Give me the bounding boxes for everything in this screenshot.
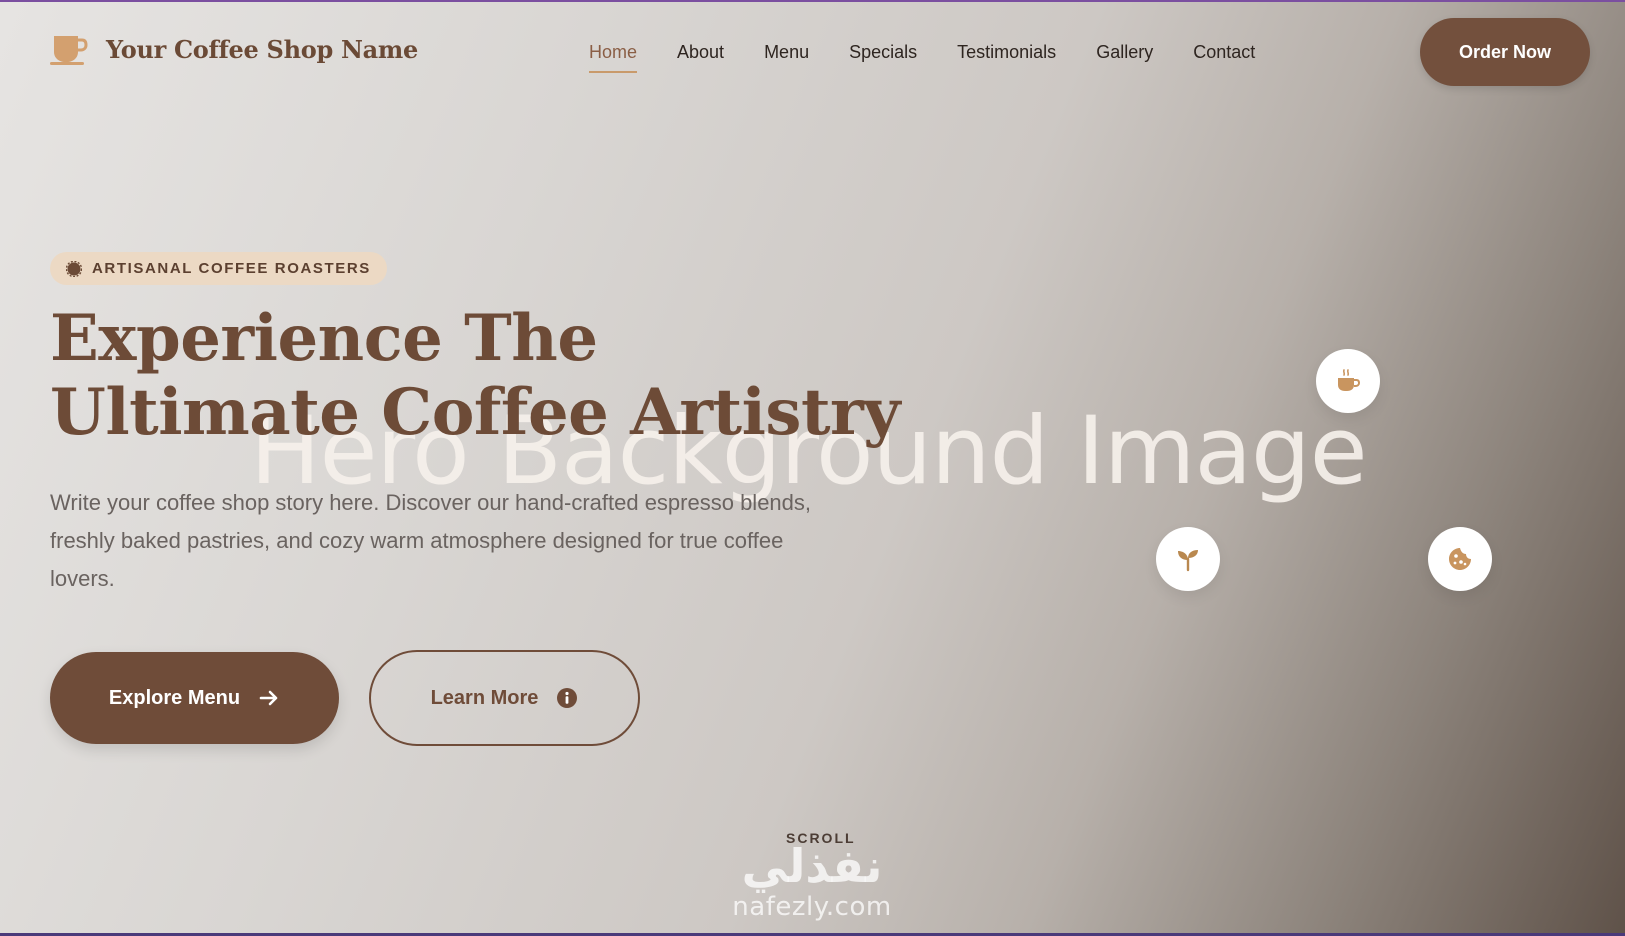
- hero-badge: ARTISANAL COFFEE ROASTERS: [50, 252, 387, 285]
- order-now-button[interactable]: Order Now: [1420, 18, 1590, 86]
- learn-more-button[interactable]: Learn More: [369, 650, 640, 746]
- floating-cookie-badge: [1428, 527, 1492, 591]
- arrow-right-icon: [259, 690, 278, 706]
- nav-home[interactable]: Home: [589, 42, 638, 73]
- main-nav: Home About Menu Specials Testimonials Ga…: [589, 42, 1255, 73]
- coffee-cup-icon: [50, 36, 88, 65]
- nav-menu[interactable]: Menu: [764, 42, 809, 73]
- site-watermark: نفذلي nafezly.com: [712, 840, 912, 922]
- hero-title: Experience The Ultimate Coffee Artistry: [50, 302, 900, 450]
- nav-testimonials[interactable]: Testimonials: [957, 42, 1056, 73]
- brand-name: Your Coffee Shop Name: [106, 34, 418, 64]
- nav-about[interactable]: About: [677, 42, 724, 73]
- nav-gallery[interactable]: Gallery: [1096, 42, 1153, 73]
- hero-title-line-2: Ultimate Coffee Artistry: [50, 375, 900, 450]
- nav-contact[interactable]: Contact: [1193, 42, 1255, 73]
- info-icon: [557, 688, 578, 708]
- explore-menu-button[interactable]: Explore Menu: [50, 652, 339, 744]
- badge-label: ARTISANAL COFFEE ROASTERS: [92, 260, 371, 277]
- site-header: Your Coffee Shop Name Home About Menu Sp…: [0, 2, 1625, 102]
- nav-specials[interactable]: Specials: [849, 42, 917, 73]
- brand-logo[interactable]: Your Coffee Shop Name: [50, 32, 418, 66]
- hot-coffee-icon: [1338, 369, 1361, 391]
- learn-more-label: Learn More: [430, 686, 539, 709]
- sprout-icon: [1178, 550, 1198, 572]
- coffee-bean-icon: [66, 260, 82, 277]
- hero-description: Write your coffee shop story here. Disco…: [50, 490, 812, 591]
- page: Your Coffee Shop Name Home About Menu Sp…: [0, 0, 1625, 936]
- hero-title-line-1: Experience The: [50, 301, 598, 376]
- watermark-latin: nafezly.com: [732, 892, 892, 922]
- cookie-icon: [1449, 548, 1471, 570]
- explore-menu-label: Explore Menu: [108, 686, 241, 709]
- watermark-arabic: نفذلي: [741, 839, 883, 893]
- floating-sprout-badge: [1156, 527, 1220, 591]
